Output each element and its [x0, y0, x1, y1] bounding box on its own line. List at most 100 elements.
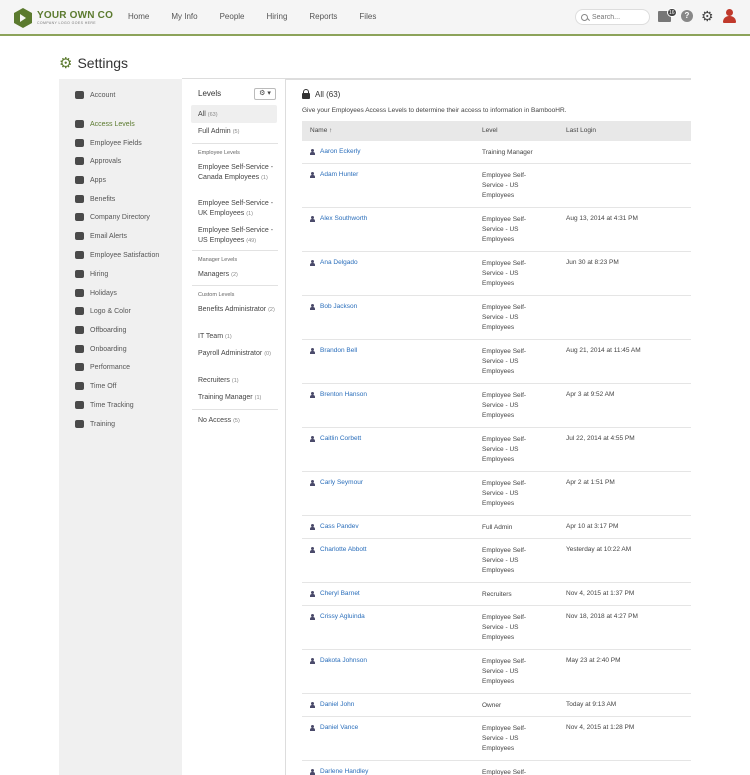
sidebar-item-onboarding[interactable]: Onboarding [75, 345, 127, 353]
sidebar-item-apps[interactable]: Apps [75, 176, 106, 184]
table-row: Cass Pandev Full Admin Apr 10 at 3:17 PM [302, 516, 691, 539]
employee-last-login: Aug 13, 2014 at 4:31 PM [566, 215, 638, 222]
sidebar-item-training[interactable]: Training [75, 420, 115, 428]
table-row: Ana Delgado Employee Self-Service - US Em… [302, 252, 691, 296]
sidebar-item-account[interactable]: Account [75, 91, 115, 99]
employee-name: Charlotte Abbott [320, 546, 367, 553]
sidebar-item-time-off[interactable]: Time Off [75, 382, 116, 390]
person-icon [310, 724, 315, 731]
sidebar-item-employee-satisfaction[interactable]: Employee Satisfaction [75, 251, 159, 259]
sidebar-item-email-alerts[interactable]: Email Alerts [75, 232, 127, 240]
employee-name: Daniel Vance [320, 724, 359, 731]
employee-name-link[interactable]: Aaron Eckerly [310, 148, 360, 155]
employee-name: Brenton Hanson [320, 391, 367, 398]
employee-name-link[interactable]: Caitlin Corbett [310, 435, 361, 442]
employee-name-link[interactable]: Brandon Bell [310, 347, 357, 354]
search-box[interactable] [575, 9, 650, 25]
employee-level: Employee Self-Service - US Employees [482, 348, 527, 375]
employee-last-login: Jul 22, 2014 at 4:55 PM [566, 435, 635, 442]
employee-name-link[interactable]: Bob Jackson [310, 303, 357, 310]
level-item-ess-uk[interactable]: Employee Self-Service - UK Employees (1) [198, 199, 276, 219]
table-row: Alex Southworth Employee Self-Service - U… [302, 208, 691, 252]
help-icon[interactable]: ? [681, 10, 693, 22]
sidebar-item-employee-fields[interactable]: Employee Fields [75, 139, 142, 147]
level-item-managers[interactable]: Managers (2) [198, 270, 276, 281]
employee-last-login: Today at 9:13 AM [566, 701, 617, 708]
sidebar-item-approvals[interactable]: Approvals [75, 157, 121, 165]
top-nav-bar: YOUR OWN CO COMPANY LOGO GOES HERE Home … [0, 0, 750, 36]
employee-last-login: Nov 18, 2018 at 4:27 PM [566, 613, 638, 620]
level-item-ess-canada[interactable]: Employee Self-Service - Canada Employees… [198, 163, 276, 183]
stopwatch-icon [75, 401, 84, 409]
employee-levels-heading: Employee Levels [198, 150, 240, 156]
company-name: YOUR OWN CO [37, 10, 114, 21]
main-heading: All (63) [302, 89, 340, 99]
employee-name-link[interactable]: Adam Hunter [310, 171, 358, 178]
column-header-level[interactable]: Level [482, 127, 498, 134]
access-levels-main: All (63) Give your Employees Access Leve… [286, 79, 691, 775]
level-item-full-admin[interactable]: Full Admin (5) [198, 127, 276, 138]
employee-name-link[interactable]: Dakota Johnson [310, 657, 367, 664]
employee-name-link[interactable]: Daniel Vance [310, 724, 358, 731]
level-item-all[interactable]: All (63) [198, 110, 276, 121]
employee-name-link[interactable]: Crissy Agluinda [310, 613, 365, 620]
search-input[interactable] [592, 13, 644, 21]
employee-level: Full Admin [482, 524, 513, 531]
table-row: Cheryl Barnet Recruiters Nov 4, 2015 at 1:… [302, 583, 691, 606]
nav-people[interactable]: People [220, 12, 245, 21]
settings-sidebar: Account Access Levels Employee Fields Ap… [59, 79, 182, 775]
sidebar-item-time-tracking[interactable]: Time Tracking [75, 401, 134, 409]
sidebar-item-access-levels[interactable]: Access Levels [75, 120, 135, 128]
sidebar-item-performance[interactable]: Performance [75, 363, 130, 371]
logo-hex-icon [14, 8, 32, 28]
sidebar-item-offboarding[interactable]: Offboarding [75, 326, 126, 334]
employee-name-link[interactable]: Cheryl Barnet [310, 590, 360, 597]
person-icon [310, 391, 315, 398]
level-item-no-access[interactable]: No Access (5) [198, 416, 276, 427]
sidebar-item-benefits[interactable]: Benefits [75, 195, 115, 203]
employee-level: Owner [482, 702, 502, 709]
employee-name-link[interactable]: Cass Pandev [310, 523, 359, 530]
nav-hiring[interactable]: Hiring [267, 12, 288, 21]
person-icon [310, 148, 315, 155]
settings-gear-icon[interactable]: ⚙ [701, 9, 714, 23]
search-icon [581, 13, 588, 21]
level-item-payroll-admin[interactable]: Payroll Administrator (0) [198, 349, 276, 360]
employee-last-login: Nov 4, 2015 at 1:28 PM [566, 724, 635, 731]
page-title-block: ⚙ Settings [59, 55, 128, 71]
employee-name: Daniel John [320, 701, 355, 708]
nav-home[interactable]: Home [128, 12, 149, 21]
nav-my-info[interactable]: My Info [171, 12, 197, 21]
divider [192, 250, 278, 251]
sidebar-item-company-directory[interactable]: Company Directory [75, 213, 150, 221]
gauge-icon [75, 363, 84, 371]
employee-name-link[interactable]: Charlotte Abbott [310, 546, 367, 553]
nav-files[interactable]: Files [359, 12, 376, 21]
smile-icon [75, 251, 84, 259]
column-header-name[interactable]: Name ↑ [310, 127, 332, 134]
level-item-training-manager[interactable]: Training Manager (1) [198, 393, 276, 404]
table-row: Caitlin Corbett Employee Self-Service - U… [302, 428, 691, 472]
user-avatar[interactable] [723, 9, 736, 23]
level-item-benefits-admin[interactable]: Benefits Administrator (2) [198, 305, 276, 316]
table-row: Carly Seymour Employee Self-Service - US … [302, 472, 691, 516]
employee-name-link[interactable]: Daniel John [310, 701, 354, 708]
level-item-it-team[interactable]: IT Team (1) [198, 332, 276, 343]
employee-name-link[interactable]: Brenton Hanson [310, 391, 367, 398]
sidebar-item-logo-color[interactable]: Logo & Color [75, 307, 131, 315]
sidebar-item-hiring[interactable]: Hiring [75, 270, 108, 278]
employee-name-link[interactable]: Ana Delgado [310, 259, 358, 266]
page-title: Settings [77, 55, 129, 71]
column-header-last-login[interactable]: Last Login [566, 127, 596, 134]
employee-name-link[interactable]: Carly Seymour [310, 479, 363, 486]
table-row: Bob Jackson Employee Self-Service - US Em… [302, 296, 691, 340]
person-icon [310, 347, 315, 354]
levels-settings-dropdown[interactable]: ⚙ ▾ [254, 88, 276, 100]
company-logo[interactable]: YOUR OWN CO COMPANY LOGO GOES HERE [14, 8, 113, 28]
employee-name-link[interactable]: Darlene Handley [310, 768, 368, 775]
sidebar-item-holidays[interactable]: Holidays [75, 289, 117, 297]
nav-reports[interactable]: Reports [309, 12, 337, 21]
level-item-ess-us[interactable]: Employee Self-Service - US Employees (49) [198, 226, 276, 246]
level-item-recruiters[interactable]: Recruiters (1) [198, 376, 276, 387]
employee-name-link[interactable]: Alex Southworth [310, 215, 367, 222]
